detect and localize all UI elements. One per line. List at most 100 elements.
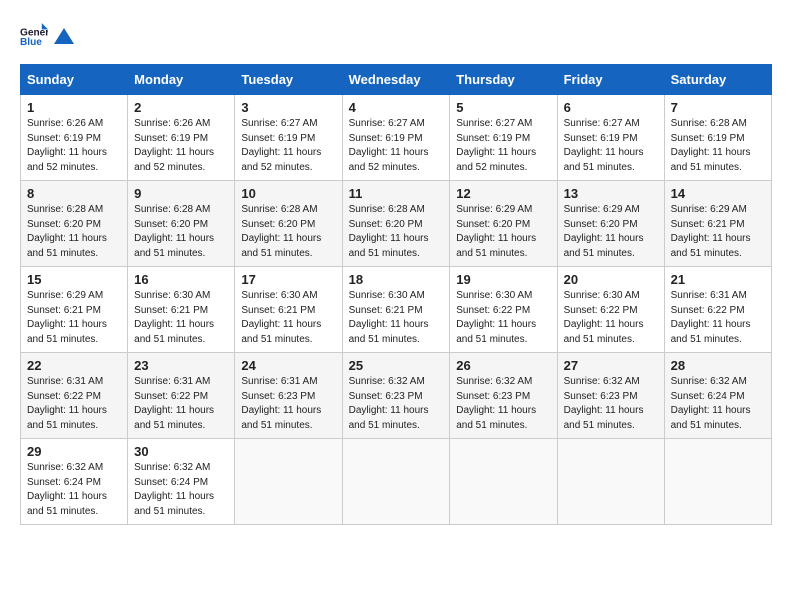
calendar-cell: 20 Sunrise: 6:30 AMSunset: 6:22 PMDaylig… (557, 267, 664, 353)
logo-text (52, 26, 76, 42)
column-header-saturday: Saturday (664, 65, 771, 95)
calendar-week-row: 29 Sunrise: 6:32 AMSunset: 6:24 PMDaylig… (21, 439, 772, 525)
calendar-cell: 1 Sunrise: 6:26 AMSunset: 6:19 PMDayligh… (21, 95, 128, 181)
day-info: Sunrise: 6:27 AMSunset: 6:19 PMDaylight:… (564, 118, 644, 173)
day-number: 15 (27, 272, 121, 287)
calendar-cell: 21 Sunrise: 6:31 AMSunset: 6:22 PMDaylig… (664, 267, 771, 353)
calendar-cell: 27 Sunrise: 6:32 AMSunset: 6:23 PMDaylig… (557, 353, 664, 439)
day-info: Sunrise: 6:30 AMSunset: 6:21 PMDaylight:… (134, 290, 214, 345)
calendar-cell: 11 Sunrise: 6:28 AMSunset: 6:20 PMDaylig… (342, 181, 450, 267)
day-number: 8 (27, 186, 121, 201)
column-header-tuesday: Tuesday (235, 65, 342, 95)
day-info: Sunrise: 6:32 AMSunset: 6:23 PMDaylight:… (456, 376, 536, 431)
day-number: 13 (564, 186, 658, 201)
column-header-monday: Monday (128, 65, 235, 95)
column-header-wednesday: Wednesday (342, 65, 450, 95)
day-number: 14 (671, 186, 765, 201)
calendar-week-row: 1 Sunrise: 6:26 AMSunset: 6:19 PMDayligh… (21, 95, 772, 181)
calendar-cell: 5 Sunrise: 6:27 AMSunset: 6:19 PMDayligh… (450, 95, 557, 181)
day-info: Sunrise: 6:31 AMSunset: 6:22 PMDaylight:… (134, 376, 214, 431)
day-info: Sunrise: 6:26 AMSunset: 6:19 PMDaylight:… (27, 118, 107, 173)
day-number: 23 (134, 358, 228, 373)
day-info: Sunrise: 6:28 AMSunset: 6:20 PMDaylight:… (134, 204, 214, 259)
calendar-cell: 26 Sunrise: 6:32 AMSunset: 6:23 PMDaylig… (450, 353, 557, 439)
calendar-cell: 13 Sunrise: 6:29 AMSunset: 6:20 PMDaylig… (557, 181, 664, 267)
calendar-cell: 17 Sunrise: 6:30 AMSunset: 6:21 PMDaylig… (235, 267, 342, 353)
day-info: Sunrise: 6:27 AMSunset: 6:19 PMDaylight:… (241, 118, 321, 173)
day-number: 1 (27, 100, 121, 115)
day-number: 10 (241, 186, 335, 201)
day-info: Sunrise: 6:27 AMSunset: 6:19 PMDaylight:… (456, 118, 536, 173)
day-number: 7 (671, 100, 765, 115)
day-info: Sunrise: 6:28 AMSunset: 6:19 PMDaylight:… (671, 118, 751, 173)
day-info: Sunrise: 6:31 AMSunset: 6:22 PMDaylight:… (27, 376, 107, 431)
calendar-cell: 22 Sunrise: 6:31 AMSunset: 6:22 PMDaylig… (21, 353, 128, 439)
column-header-sunday: Sunday (21, 65, 128, 95)
day-number: 29 (27, 444, 121, 459)
day-info: Sunrise: 6:29 AMSunset: 6:21 PMDaylight:… (671, 204, 751, 259)
calendar-cell: 2 Sunrise: 6:26 AMSunset: 6:19 PMDayligh… (128, 95, 235, 181)
logo-icon: General Blue (20, 20, 48, 48)
day-info: Sunrise: 6:30 AMSunset: 6:22 PMDaylight:… (456, 290, 536, 345)
day-info: Sunrise: 6:31 AMSunset: 6:23 PMDaylight:… (241, 376, 321, 431)
day-number: 2 (134, 100, 228, 115)
calendar-cell: 10 Sunrise: 6:28 AMSunset: 6:20 PMDaylig… (235, 181, 342, 267)
day-info: Sunrise: 6:32 AMSunset: 6:24 PMDaylight:… (671, 376, 751, 431)
day-number: 28 (671, 358, 765, 373)
logo: General Blue (20, 20, 76, 48)
calendar-cell: 3 Sunrise: 6:27 AMSunset: 6:19 PMDayligh… (235, 95, 342, 181)
calendar-cell: 9 Sunrise: 6:28 AMSunset: 6:20 PMDayligh… (128, 181, 235, 267)
calendar-cell: 6 Sunrise: 6:27 AMSunset: 6:19 PMDayligh… (557, 95, 664, 181)
day-info: Sunrise: 6:31 AMSunset: 6:22 PMDaylight:… (671, 290, 751, 345)
calendar-week-row: 22 Sunrise: 6:31 AMSunset: 6:22 PMDaylig… (21, 353, 772, 439)
day-number: 9 (134, 186, 228, 201)
day-number: 30 (134, 444, 228, 459)
day-info: Sunrise: 6:28 AMSunset: 6:20 PMDaylight:… (241, 204, 321, 259)
day-number: 19 (456, 272, 550, 287)
calendar-cell: 4 Sunrise: 6:27 AMSunset: 6:19 PMDayligh… (342, 95, 450, 181)
day-number: 16 (134, 272, 228, 287)
day-info: Sunrise: 6:27 AMSunset: 6:19 PMDaylight:… (349, 118, 429, 173)
day-number: 6 (564, 100, 658, 115)
day-info: Sunrise: 6:29 AMSunset: 6:21 PMDaylight:… (27, 290, 107, 345)
calendar-cell (557, 439, 664, 525)
day-number: 17 (241, 272, 335, 287)
day-number: 26 (456, 358, 550, 373)
calendar-cell: 14 Sunrise: 6:29 AMSunset: 6:21 PMDaylig… (664, 181, 771, 267)
day-number: 5 (456, 100, 550, 115)
day-number: 21 (671, 272, 765, 287)
calendar-cell (450, 439, 557, 525)
calendar-cell: 18 Sunrise: 6:30 AMSunset: 6:21 PMDaylig… (342, 267, 450, 353)
calendar-table: SundayMondayTuesdayWednesdayThursdayFrid… (20, 64, 772, 525)
calendar-cell: 15 Sunrise: 6:29 AMSunset: 6:21 PMDaylig… (21, 267, 128, 353)
calendar-cell (235, 439, 342, 525)
day-number: 25 (349, 358, 444, 373)
column-header-thursday: Thursday (450, 65, 557, 95)
calendar-cell: 24 Sunrise: 6:31 AMSunset: 6:23 PMDaylig… (235, 353, 342, 439)
calendar-cell: 7 Sunrise: 6:28 AMSunset: 6:19 PMDayligh… (664, 95, 771, 181)
day-info: Sunrise: 6:29 AMSunset: 6:20 PMDaylight:… (564, 204, 644, 259)
logo-triangle-icon (54, 26, 74, 46)
calendar-cell: 8 Sunrise: 6:28 AMSunset: 6:20 PMDayligh… (21, 181, 128, 267)
day-info: Sunrise: 6:30 AMSunset: 6:21 PMDaylight:… (349, 290, 429, 345)
calendar-header-row: SundayMondayTuesdayWednesdayThursdayFrid… (21, 65, 772, 95)
column-header-friday: Friday (557, 65, 664, 95)
day-number: 3 (241, 100, 335, 115)
day-info: Sunrise: 6:32 AMSunset: 6:23 PMDaylight:… (564, 376, 644, 431)
day-info: Sunrise: 6:32 AMSunset: 6:24 PMDaylight:… (134, 462, 214, 517)
calendar-body: 1 Sunrise: 6:26 AMSunset: 6:19 PMDayligh… (21, 95, 772, 525)
calendar-cell: 23 Sunrise: 6:31 AMSunset: 6:22 PMDaylig… (128, 353, 235, 439)
day-info: Sunrise: 6:28 AMSunset: 6:20 PMDaylight:… (349, 204, 429, 259)
calendar-cell (342, 439, 450, 525)
day-number: 11 (349, 186, 444, 201)
day-number: 4 (349, 100, 444, 115)
calendar-cell: 19 Sunrise: 6:30 AMSunset: 6:22 PMDaylig… (450, 267, 557, 353)
day-info: Sunrise: 6:29 AMSunset: 6:20 PMDaylight:… (456, 204, 536, 259)
day-info: Sunrise: 6:28 AMSunset: 6:20 PMDaylight:… (27, 204, 107, 259)
calendar-week-row: 15 Sunrise: 6:29 AMSunset: 6:21 PMDaylig… (21, 267, 772, 353)
calendar-cell (664, 439, 771, 525)
day-number: 27 (564, 358, 658, 373)
calendar-cell: 28 Sunrise: 6:32 AMSunset: 6:24 PMDaylig… (664, 353, 771, 439)
day-info: Sunrise: 6:30 AMSunset: 6:22 PMDaylight:… (564, 290, 644, 345)
calendar-cell: 30 Sunrise: 6:32 AMSunset: 6:24 PMDaylig… (128, 439, 235, 525)
